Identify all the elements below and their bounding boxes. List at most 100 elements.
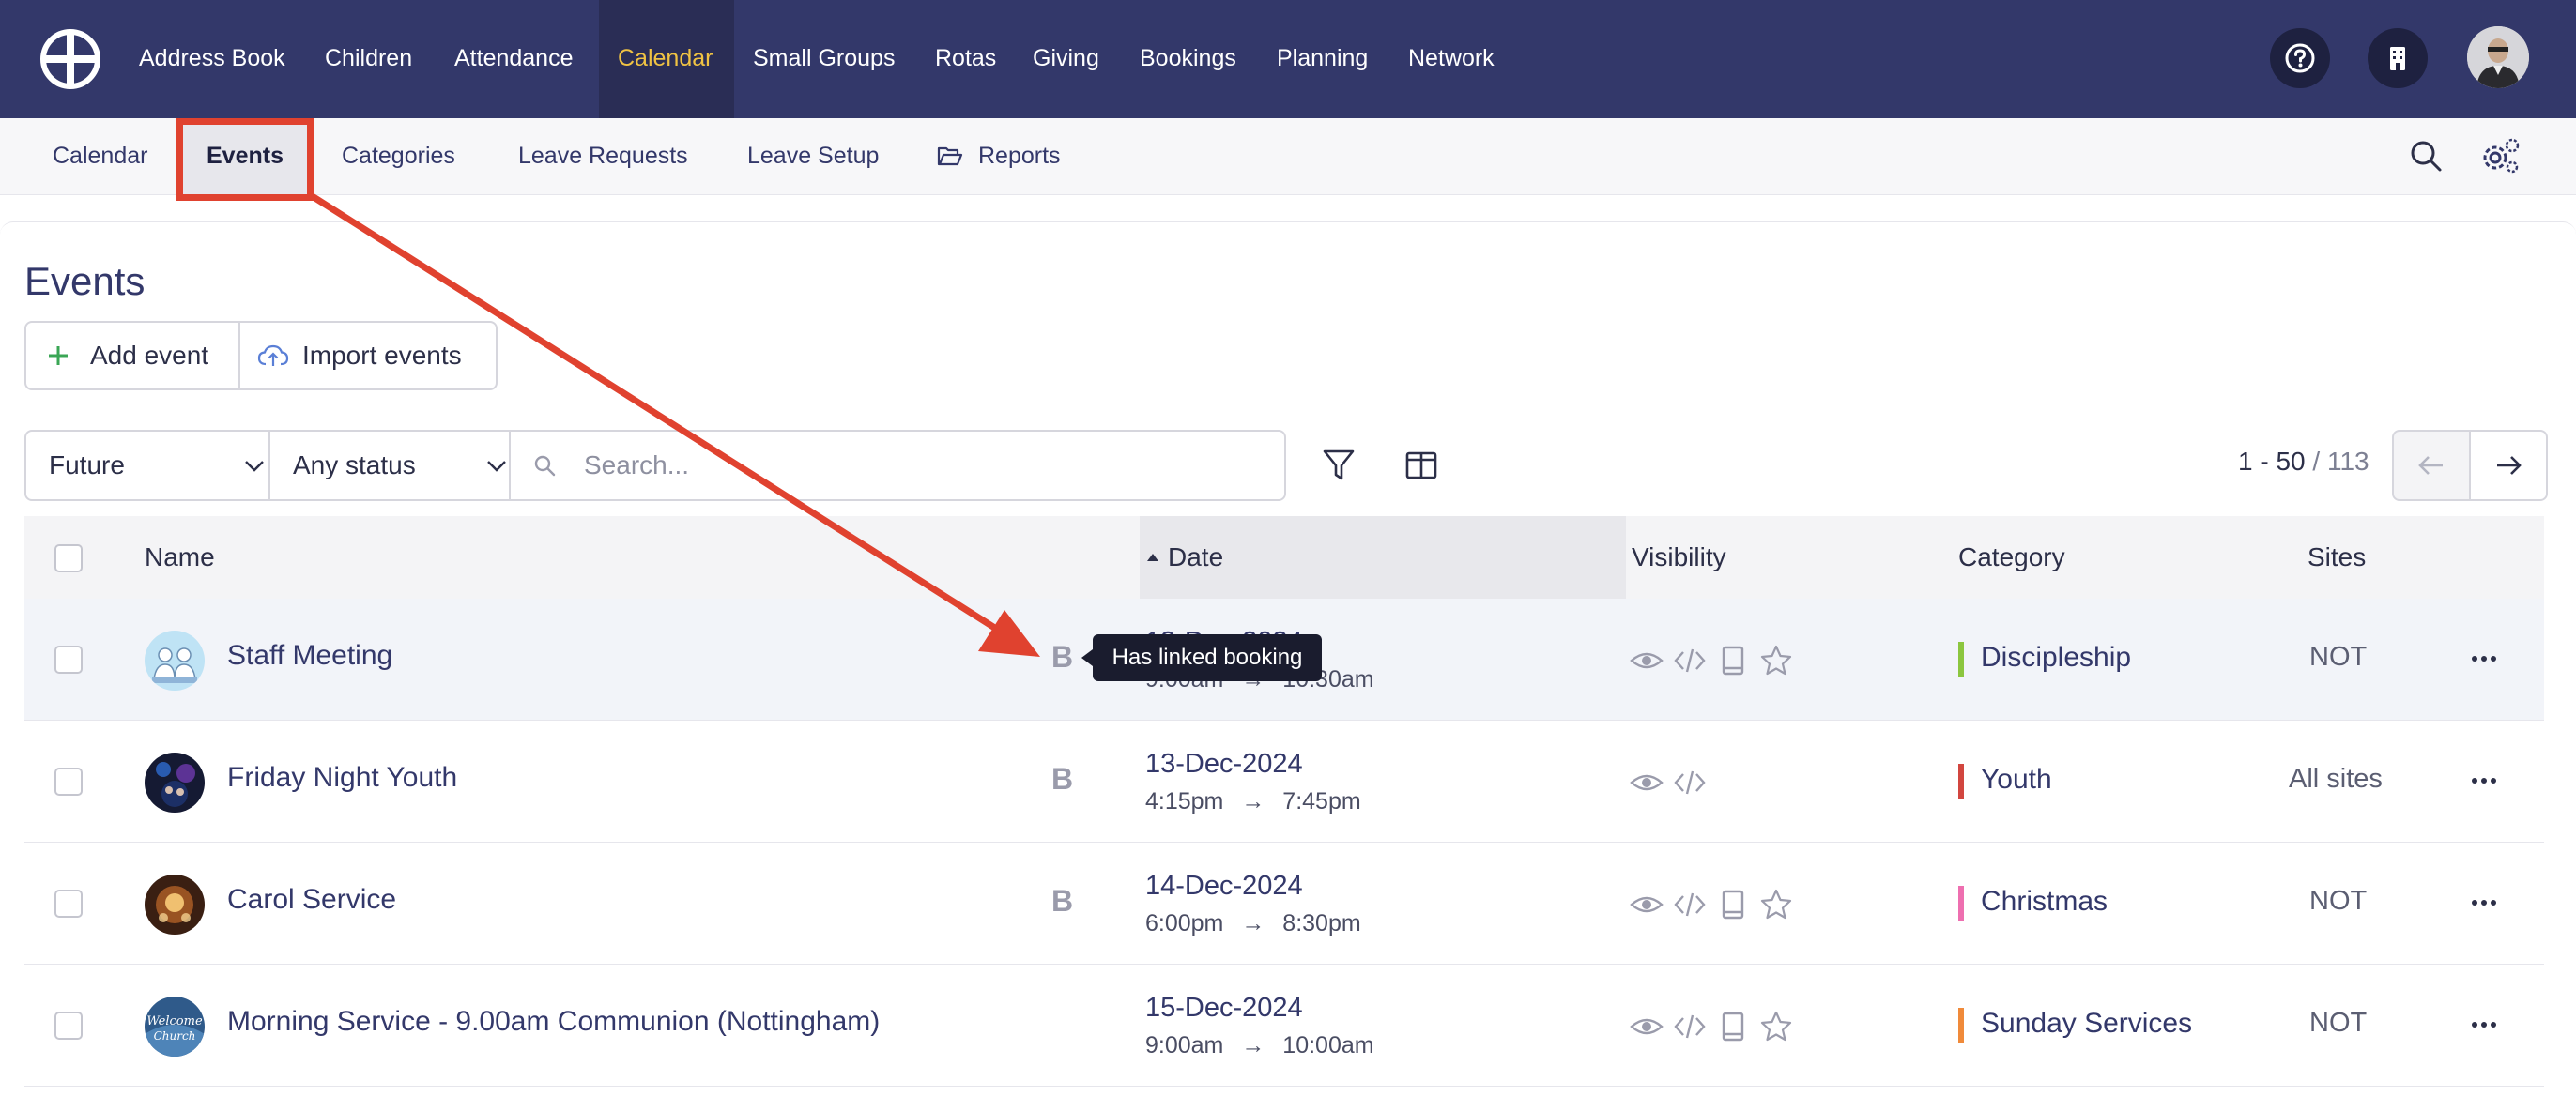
nav-small-groups[interactable]: Small Groups <box>753 0 895 118</box>
nav-giving[interactable]: Giving <box>1033 0 1099 118</box>
column-header-category[interactable]: Category <box>1958 516 2065 599</box>
filter-icon[interactable] <box>1322 447 1356 484</box>
event-avatar <box>145 631 205 691</box>
period-select-value: Future <box>49 450 125 480</box>
select-all-checkbox[interactable] <box>54 544 83 572</box>
app-logo[interactable] <box>39 28 101 90</box>
event-name-link[interactable]: Staff Meeting <box>227 640 392 672</box>
filter-bar: Future Any status Search... <box>24 430 1286 501</box>
tablet-icon <box>1722 890 1744 920</box>
more-options-icon[interactable] <box>2471 899 2497 906</box>
subnav-categories[interactable]: Categories <box>342 118 455 195</box>
nav-address-book[interactable]: Address Book <box>139 0 285 118</box>
help-button[interactable] <box>2270 28 2330 88</box>
subnav-calendar[interactable]: Calendar <box>53 118 147 195</box>
event-date[interactable]: 14-Dec-2024 <box>1145 871 1303 902</box>
category-color-bar <box>1958 886 1964 921</box>
event-name-link[interactable]: Carol Service <box>227 884 396 916</box>
arrow-left-icon <box>2418 456 2443 475</box>
building-icon <box>2390 47 2405 70</box>
event-category[interactable]: Youth <box>1981 764 2052 796</box>
linked-booking-icon[interactable]: B <box>1051 884 1073 919</box>
row-checkbox[interactable] <box>54 768 83 796</box>
nav-attendance[interactable]: Attendance <box>454 0 574 118</box>
event-date[interactable]: 15-Dec-2024 <box>1145 993 1303 1024</box>
select-divider <box>268 432 270 499</box>
row-checkbox[interactable] <box>54 890 83 918</box>
folder-open-icon <box>937 146 963 166</box>
category-color-bar <box>1958 642 1964 677</box>
code-embed-icon <box>1674 892 1706 917</box>
annotation-highlight-box <box>176 118 314 201</box>
status-select-value: Any status <box>293 450 416 480</box>
table-header: Name Date Visibility Category Sites <box>24 516 2544 599</box>
page-title: Events <box>24 259 146 303</box>
add-event-label: Add event <box>90 341 209 370</box>
period-select[interactable]: Future <box>49 432 265 499</box>
event-date[interactable]: 13-Dec-2024 <box>1145 749 1303 780</box>
table-row[interactable]: Welcome Church Morning Service - 9.00am … <box>24 965 2544 1087</box>
search-input[interactable]: Search... <box>584 432 689 499</box>
status-select[interactable]: Any status <box>293 432 509 499</box>
search-icon[interactable] <box>2409 139 2443 173</box>
top-navigation: Address Book Children Attendance Calenda… <box>0 0 2576 118</box>
eye-icon <box>1630 652 1664 669</box>
eye-icon <box>1630 1018 1664 1035</box>
tablet-icon <box>1722 1012 1744 1042</box>
sort-ascending-icon <box>1147 554 1158 561</box>
tooltip-arrow <box>1081 649 1093 666</box>
settings-icon[interactable] <box>2480 137 2522 175</box>
cloud-upload-icon <box>257 344 289 366</box>
linked-booking-icon[interactable]: B <box>1051 640 1073 675</box>
search-icon <box>534 455 556 477</box>
event-start-time: 4:15pm <box>1145 788 1224 814</box>
event-end-time: 7:45pm <box>1282 788 1361 814</box>
previous-page-button[interactable] <box>2392 430 2471 501</box>
nav-network[interactable]: Network <box>1408 0 1495 118</box>
svg-text:Church: Church <box>154 1029 196 1043</box>
event-avatar <box>145 875 205 935</box>
nav-bookings[interactable]: Bookings <box>1140 0 1236 118</box>
column-header-name[interactable]: Name <box>145 516 215 599</box>
linked-booking-icon[interactable]: B <box>1051 762 1073 797</box>
category-color-bar <box>1958 1008 1964 1043</box>
event-name-link[interactable]: Friday Night Youth <box>227 762 457 794</box>
event-end-time: 8:30pm <box>1282 910 1361 936</box>
user-avatar[interactable] <box>2467 26 2529 88</box>
eye-icon <box>1630 774 1664 791</box>
star-icon <box>1760 889 1792 920</box>
event-end-time: 10:00am <box>1282 1032 1374 1058</box>
more-options-icon[interactable] <box>2471 777 2497 784</box>
more-options-icon[interactable] <box>2471 655 2497 662</box>
subnav-leave-requests[interactable]: Leave Requests <box>518 118 688 195</box>
select-divider <box>509 432 511 499</box>
event-name-link[interactable]: Morning Service - 9.00am Communion (Nott… <box>227 1006 880 1038</box>
event-sites: NOT <box>2309 642 2368 672</box>
time-arrow-icon: → <box>1241 910 1265 936</box>
tablet-icon <box>1722 646 1744 676</box>
organisation-button[interactable] <box>2368 28 2428 88</box>
eye-icon <box>1630 896 1664 913</box>
table-row[interactable]: Friday Night Youth B 13-Dec-2024 4:15pm … <box>24 721 2544 843</box>
code-embed-icon <box>1674 648 1706 673</box>
more-options-icon[interactable] <box>2471 1021 2497 1028</box>
event-sites: All sites <box>2289 764 2383 794</box>
column-header-visibility[interactable]: Visibility <box>1632 516 1726 599</box>
subnav-leave-setup[interactable]: Leave Setup <box>747 118 879 195</box>
next-page-button[interactable] <box>2469 430 2548 501</box>
nav-children[interactable]: Children <box>325 0 412 118</box>
plus-icon <box>49 346 68 365</box>
table-row[interactable]: Carol Service B 14-Dec-2024 6:00pm → 8:3… <box>24 843 2544 965</box>
event-category[interactable]: Sunday Services <box>1981 1008 2192 1040</box>
event-time: 9:00am → 10:00am <box>1145 1032 1374 1059</box>
nav-planning[interactable]: Planning <box>1277 0 1368 118</box>
column-header-sites[interactable]: Sites <box>2308 516 2366 599</box>
event-avatar <box>145 753 205 813</box>
event-category[interactable]: Discipleship <box>1981 642 2131 674</box>
row-checkbox[interactable] <box>54 646 83 674</box>
nav-rotas[interactable]: Rotas <box>935 0 996 118</box>
row-checkbox[interactable] <box>54 1012 83 1040</box>
nav-calendar[interactable]: Calendar <box>599 0 734 118</box>
event-category[interactable]: Christmas <box>1981 886 2108 918</box>
columns-icon[interactable] <box>1404 447 1438 484</box>
